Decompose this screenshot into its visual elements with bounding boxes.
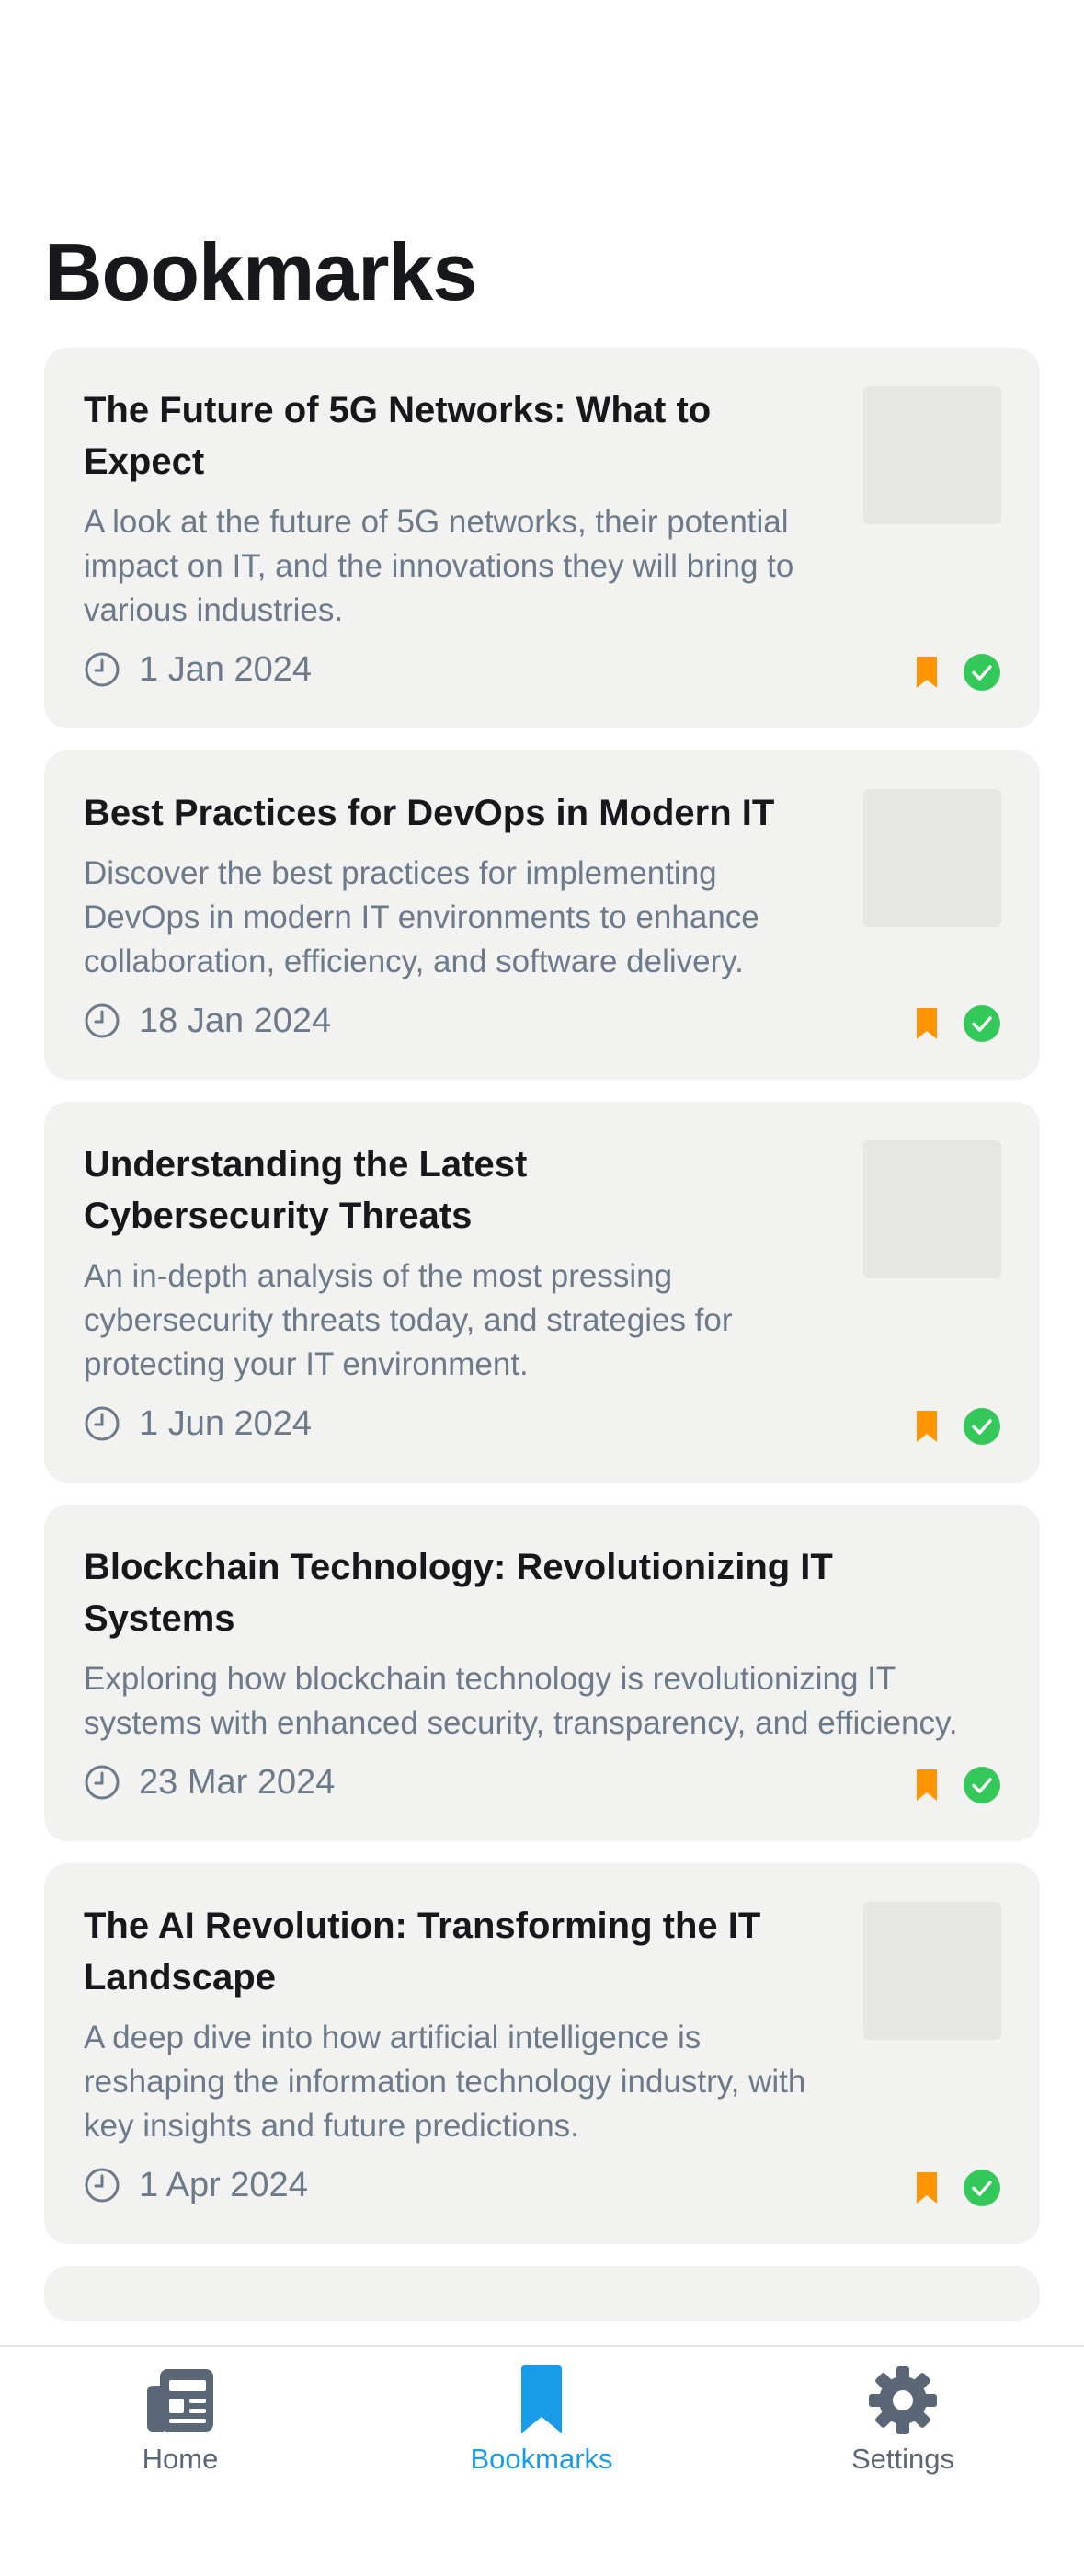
article-meta: 1 Jan 2024 xyxy=(84,647,1001,692)
newspaper-icon xyxy=(147,2369,213,2432)
article-date: 1 Apr 2024 xyxy=(139,2165,308,2204)
article-thumbnail xyxy=(863,1140,1001,1278)
article-status xyxy=(915,1004,1001,1043)
bookmark-icon[interactable] xyxy=(915,1768,939,1803)
article-card[interactable]: The Future of 5G Networks: What to Expec… xyxy=(44,348,1040,728)
bookmark-list: The Future of 5G Networks: What to Expec… xyxy=(44,348,1040,2343)
article-title: The AI Revolution: Transforming the IT L… xyxy=(84,1906,761,1998)
tab-bar: Home Bookmarks Settings xyxy=(0,2345,1084,2576)
checkmark-icon xyxy=(964,1005,1000,1042)
article-description: A deep dive into how artificial intellig… xyxy=(84,2020,806,2144)
bookmark-icon xyxy=(521,2365,562,2433)
article-status xyxy=(915,1766,1001,1804)
article-card[interactable]: Best Practices for DevOps in Modern IT D… xyxy=(44,750,1040,1080)
checkmark-icon xyxy=(964,1767,1000,1803)
article-card[interactable]: The AI Revolution: Transforming the IT L… xyxy=(44,1863,1040,2244)
article-date: 1 Jun 2024 xyxy=(139,1403,313,1443)
bookmark-icon[interactable] xyxy=(915,2170,939,2205)
tab-bookmarks[interactable]: Bookmarks xyxy=(422,2364,661,2476)
clock-icon xyxy=(85,652,120,687)
checkmark-icon xyxy=(964,1408,1000,1445)
article-meta: 1 Apr 2024 xyxy=(84,2163,1001,2207)
tab-settings[interactable]: Settings xyxy=(783,2364,1022,2476)
article-description: Discover the best practices for implemen… xyxy=(84,855,759,979)
tab-label: Home xyxy=(142,2443,219,2475)
clock-icon xyxy=(85,1765,120,1800)
clock-icon xyxy=(85,1003,120,1038)
article-title: Blockchain Technology: Revolutionizing I… xyxy=(84,1547,833,1639)
article-status xyxy=(915,653,1001,692)
checkmark-icon xyxy=(964,654,1000,691)
article-meta: 18 Jan 2024 xyxy=(84,999,1001,1043)
article-card[interactable]: Understanding the Latest Cybersecurity T… xyxy=(44,1102,1040,1483)
article-card-partial[interactable] xyxy=(44,2266,1040,2321)
clock-icon xyxy=(85,2168,120,2203)
article-title: Understanding the Latest Cybersecurity T… xyxy=(84,1144,528,1236)
article-status xyxy=(915,2169,1001,2207)
article-meta: 1 Jun 2024 xyxy=(84,1402,1001,1446)
article-thumbnail xyxy=(863,1902,1001,2040)
article-date: 23 Mar 2024 xyxy=(139,1762,336,1802)
tab-home[interactable]: Home xyxy=(61,2364,300,2476)
article-description: An in-depth analysis of the most pressin… xyxy=(84,1258,733,1382)
tab-label: Settings xyxy=(850,2443,954,2475)
article-description: Exploring how blockchain technology is r… xyxy=(84,1661,958,1741)
page-title: Bookmarks xyxy=(44,226,477,317)
bookmark-icon[interactable] xyxy=(915,1006,939,1041)
clock-icon xyxy=(85,1406,120,1441)
article-thumbnail xyxy=(863,789,1001,927)
bookmark-icon[interactable] xyxy=(915,1409,939,1444)
article-status xyxy=(915,1407,1001,1446)
article-thumbnail xyxy=(863,386,1001,524)
article-date: 18 Jan 2024 xyxy=(139,1001,332,1040)
bookmark-icon[interactable] xyxy=(915,655,939,690)
article-meta: 23 Mar 2024 xyxy=(84,1760,1001,1804)
article-description: A look at the future of 5G networks, the… xyxy=(84,504,794,628)
article-title: Best Practices for DevOps in Modern IT xyxy=(84,793,775,833)
tab-label: Bookmarks xyxy=(470,2443,613,2475)
checkmark-icon xyxy=(964,2170,1000,2206)
article-date: 1 Jan 2024 xyxy=(139,649,313,689)
article-title: The Future of 5G Networks: What to Expec… xyxy=(84,390,712,482)
gear-icon xyxy=(869,2366,937,2434)
article-card[interactable]: Blockchain Technology: Revolutionizing I… xyxy=(44,1505,1040,1841)
